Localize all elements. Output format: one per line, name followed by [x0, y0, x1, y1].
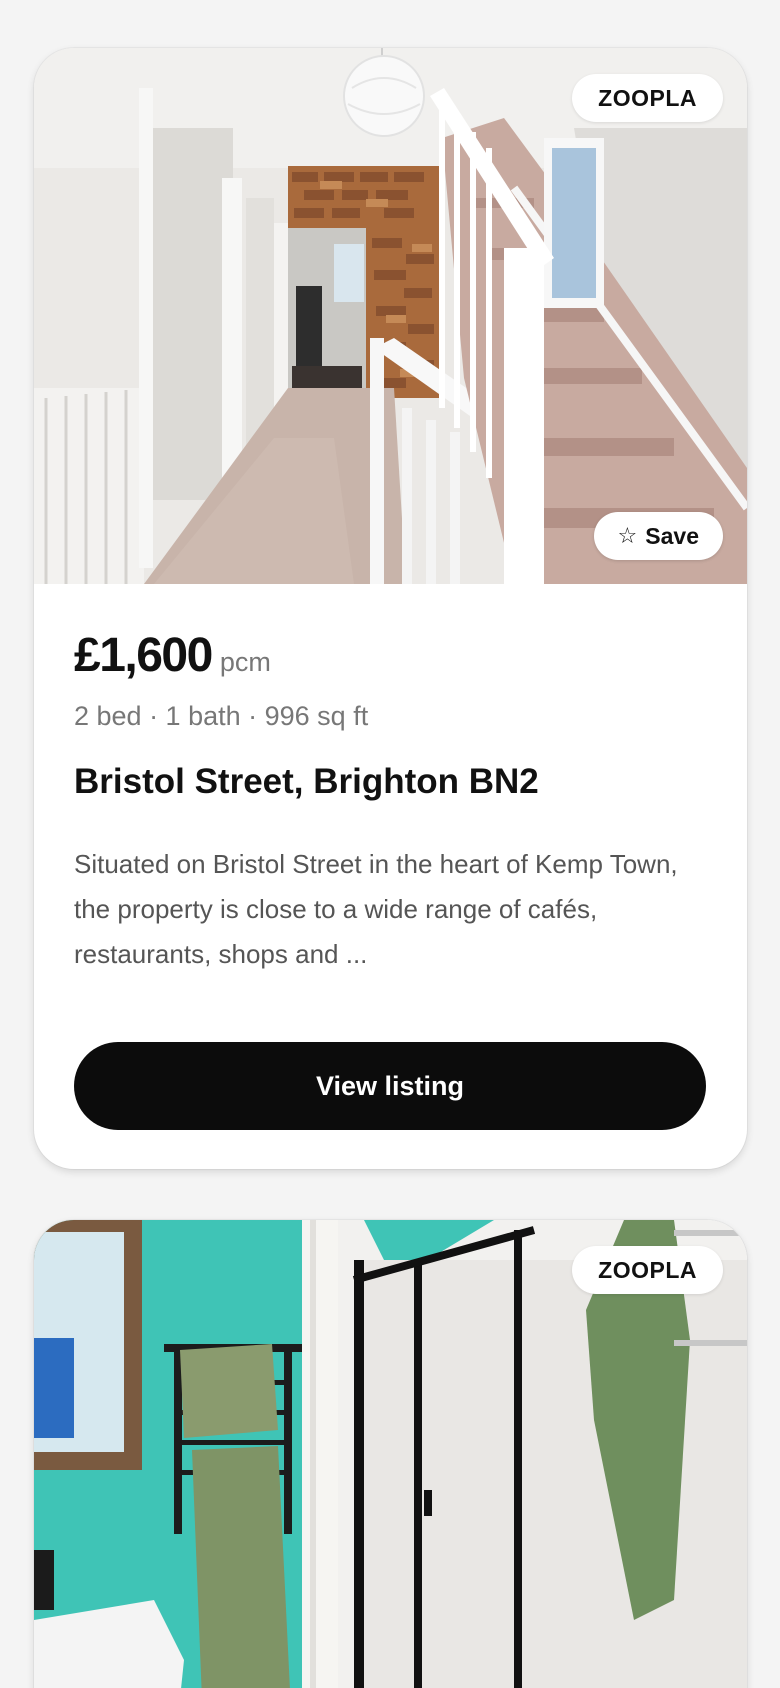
- listing-address[interactable]: Bristol Street, Brighton BN2: [74, 762, 707, 802]
- listing-photo-hallway[interactable]: ZOOPLA ☆ Save: [34, 48, 747, 584]
- property-specs: 2 bed · 1 bath · 996 sq ft: [74, 701, 369, 731]
- view-listing-button[interactable]: View listing: [74, 1042, 706, 1130]
- listing-details: £1,600 pcm 2 bed · 1 bath · 996 sq ft Br…: [34, 628, 747, 977]
- source-badge: ZOOPLA: [572, 1246, 723, 1294]
- listing-photo-bathroom[interactable]: ZOOPLA: [34, 1220, 747, 1688]
- price-row: £1,600 pcm: [74, 628, 707, 683]
- source-badge-label: ZOOPLA: [598, 84, 697, 111]
- save-button[interactable]: ☆ Save: [593, 512, 723, 560]
- listing-card[interactable]: ZOOPLA: [34, 1220, 747, 1688]
- source-badge: ZOOPLA: [572, 74, 723, 122]
- hallway-photo-image: [34, 48, 747, 584]
- star-outline-icon: ☆: [617, 523, 638, 548]
- price: £1,600: [74, 629, 213, 682]
- listing-feed: ZOOPLA ☆ Save £1,600 pcm 2 bed · 1 bath …: [0, 0, 780, 1688]
- source-badge-label: ZOOPLA: [598, 1256, 697, 1283]
- price-unit: pcm: [219, 647, 271, 677]
- save-button-label: Save: [645, 522, 699, 549]
- listing-description: Situated on Bristol Street in the heart …: [74, 849, 678, 969]
- listing-card[interactable]: ZOOPLA ☆ Save £1,600 pcm 2 bed · 1 bath …: [34, 48, 747, 1169]
